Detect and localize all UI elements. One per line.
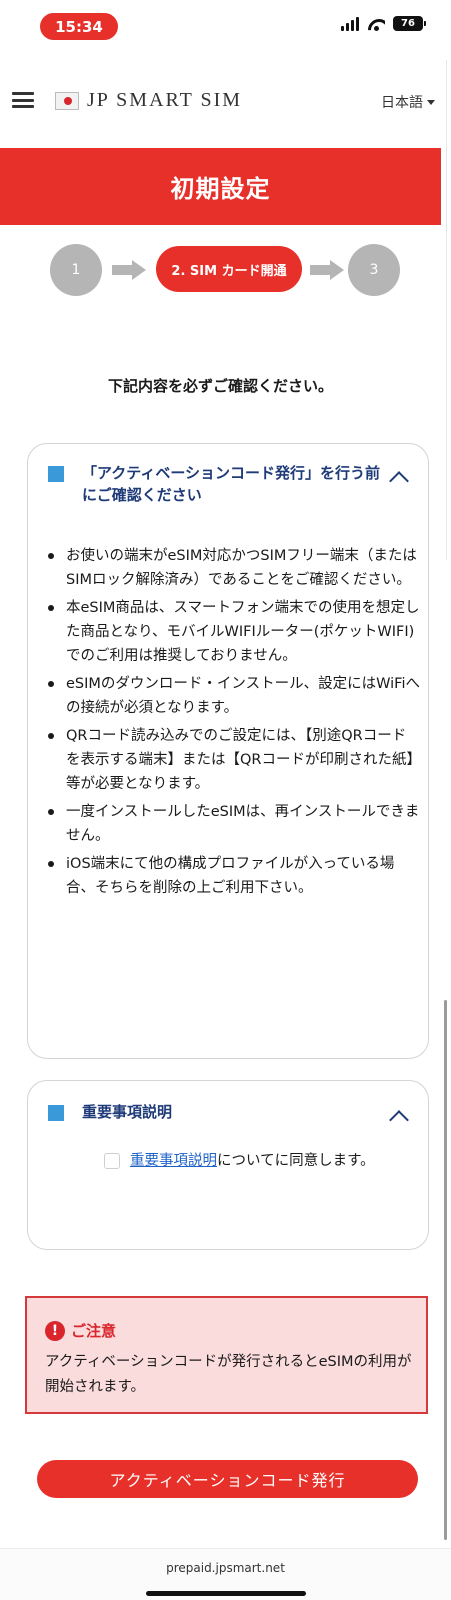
logo-text: JP SMART SIM <box>87 89 243 111</box>
caution-body: アクティベーションコードが発行されるとeSIMの利用が開始されます。 <box>45 1354 412 1395</box>
step-3: 3 <box>348 244 400 296</box>
arrow-right-icon <box>112 260 146 280</box>
issue-activation-code-button[interactable]: アクティベーションコード発行 <box>37 1460 418 1498</box>
caret-down-icon <box>427 99 435 105</box>
battery-level: 76 <box>401 18 415 29</box>
home-indicator[interactable] <box>146 1591 306 1596</box>
notice-card-title: 「アクティベーションコード発行」を行う前にご確認ください <box>82 464 381 504</box>
important-matters-card: 重要事項説明 重要事項説明についてに同意します。 <box>27 1080 429 1250</box>
square-marker-icon <box>48 1105 64 1121</box>
status-bar: 15:34 76 <box>0 0 451 50</box>
important-matters-link[interactable]: 重要事項説明 <box>130 1153 217 1169</box>
logo[interactable]: JP SMART SIM <box>55 89 242 112</box>
progress-stepper: 1 2. SIM カード開通 3 <box>0 242 441 296</box>
step-2-active: 2. SIM カード開通 <box>156 246 302 292</box>
battery-icon: 76 <box>393 16 426 31</box>
status-time: 15:34 <box>40 13 118 40</box>
exclamation-icon: ! <box>45 1320 65 1341</box>
square-marker-icon <box>48 466 64 482</box>
page-edge-line <box>446 60 447 560</box>
agree-label: についてに同意します。 <box>217 1153 375 1169</box>
caution-title: ご注意 <box>71 1322 117 1340</box>
scrollbar[interactable] <box>444 1000 447 1540</box>
list-item: iOS端末にて他の構成プロファイルが入っている場合、そちらを削除の上ご利用下さい… <box>44 852 420 900</box>
agree-text: 重要事項説明についてに同意します。 <box>130 1149 375 1173</box>
page-title: 初期設定 <box>170 175 271 203</box>
language-selector[interactable]: 日本語 <box>381 92 435 112</box>
chevron-up-icon[interactable] <box>389 1110 409 1130</box>
list-item: お使いの端末がeSIM対応かつSIMフリー端末（またはSIMロック解除済み）であ… <box>44 544 420 592</box>
list-item: 一度インストールしたeSIMは、再インストールできません。 <box>44 800 420 848</box>
agree-row: 重要事項説明についてに同意します。 <box>104 1149 394 1173</box>
step-1: 1 <box>50 244 102 296</box>
url-text[interactable]: prepaid.jpsmart.net <box>0 1561 451 1575</box>
wifi-icon <box>367 17 385 31</box>
notice-list: お使いの端末がeSIM対応かつSIMフリー端末（またはSIMロック解除済み）であ… <box>44 544 420 904</box>
page-title-banner: 初期設定 <box>0 148 441 225</box>
pre-activation-notice-card: 「アクティベーションコード発行」を行う前にご確認ください お使いの端末がeSIM… <box>27 443 429 1059</box>
language-label: 日本語 <box>381 95 423 111</box>
confirm-heading: 下記内容を必ずご確認ください。 <box>107 377 333 395</box>
site-header: JP SMART SIM 日本語 <box>0 72 451 130</box>
important-card-title: 重要事項説明 <box>82 1103 173 1121</box>
japan-flag-icon <box>55 91 79 110</box>
caution-header: ! ご注意 <box>45 1320 116 1341</box>
chevron-up-icon[interactable] <box>389 471 409 491</box>
caution-box: ! ご注意 アクティベーションコードが発行されるとeSIMの利用が開始されます。 <box>25 1296 428 1414</box>
hamburger-menu-icon[interactable] <box>12 92 34 108</box>
list-item: QRコード読み込みでのご設定には、【別途QRコードを表示する端末】または【QRコ… <box>44 724 420 796</box>
agree-checkbox[interactable] <box>104 1153 120 1169</box>
list-item: eSIMのダウンロード・インストール、設定にはWiFiへの接続が必須となります。 <box>44 672 420 720</box>
browser-bottom-bar: prepaid.jpsmart.net <box>0 1548 451 1600</box>
signal-icon <box>341 16 359 31</box>
arrow-right-icon <box>310 260 344 280</box>
status-icons: 76 <box>341 16 426 31</box>
list-item: 本eSIM商品は、スマートフォン端末での使用を想定した商品となり、モバイルWIF… <box>44 596 420 668</box>
